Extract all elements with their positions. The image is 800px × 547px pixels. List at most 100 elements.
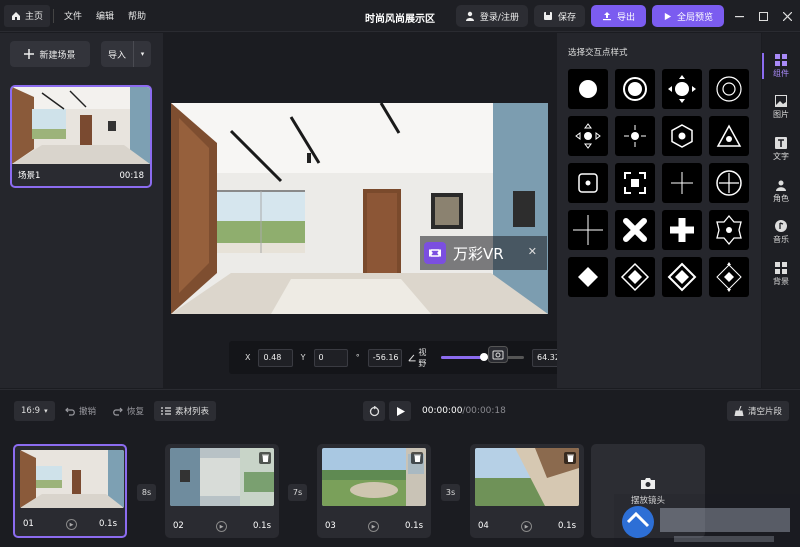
aspect-ratio-value: 16:9: [21, 406, 41, 416]
fov-slider-fill: [441, 356, 484, 359]
x-input[interactable]: 0.48: [258, 348, 293, 367]
save-button[interactable]: 保存: [533, 5, 585, 27]
transition-duration[interactable]: 7s: [288, 484, 307, 501]
style-bold-x-icon[interactable]: [615, 210, 655, 250]
transition-duration[interactable]: 3s: [441, 484, 460, 501]
image-icon: [775, 94, 787, 107]
brand-close-icon[interactable]: ✕: [528, 245, 537, 258]
brand-watermark: 万彩VR ✕: [420, 236, 547, 270]
transition-duration[interactable]: 8s: [137, 484, 156, 501]
clip-card[interactable]: 04 ▶ 0.1s: [470, 444, 584, 538]
top-bar: 主页 文件 编辑 帮助 时尚风尚展示区 登录/注册 保存 导出 全局预览: [0, 0, 800, 32]
style-hexagon-icon[interactable]: [662, 116, 702, 156]
style-frame-corners-icon[interactable]: [615, 163, 655, 203]
sidebar-item-role[interactable]: 角色: [762, 172, 800, 210]
style-solid-circle-icon[interactable]: [568, 69, 608, 109]
screenshot-camera-icon[interactable]: [488, 346, 508, 363]
play-button[interactable]: [389, 401, 411, 421]
clip-play-icon[interactable]: ▶: [216, 521, 227, 532]
broom-icon: [734, 406, 744, 416]
style-square-dot-icon[interactable]: [568, 163, 608, 203]
undo-icon: [65, 407, 75, 416]
import-button[interactable]: 导入 ▾: [101, 41, 151, 67]
sidebar-item-text[interactable]: 文字: [762, 130, 800, 168]
clear-clips-button[interactable]: 清空片段: [727, 401, 790, 421]
style-solid-diamond-icon[interactable]: [568, 257, 608, 297]
fov-input[interactable]: 64.32: [532, 348, 561, 367]
sidebar-item-music[interactable]: 音乐: [762, 213, 800, 251]
menu-help[interactable]: 帮助: [121, 5, 153, 27]
style-framed-diamond-icon[interactable]: [615, 257, 655, 297]
clip-number: 02: [173, 521, 184, 531]
chevron-down-icon[interactable]: ▾: [133, 41, 151, 67]
new-scene-button[interactable]: 新建场景: [10, 41, 90, 67]
clip-number: 04: [478, 521, 489, 531]
login-button[interactable]: 登录/注册: [455, 5, 528, 27]
preview-button[interactable]: 全局预览: [651, 5, 724, 27]
sidebar-item-image[interactable]: 图片: [762, 88, 800, 126]
clip-card[interactable]: 03 ▶ 0.1s: [317, 444, 431, 538]
fov-slider[interactable]: [441, 353, 525, 361]
sidebar-label: 组件: [773, 68, 789, 78]
current-time: 00:00:00: [422, 406, 463, 416]
export-button[interactable]: 导出: [590, 5, 646, 27]
style-circle-cross-icon[interactable]: [709, 163, 749, 203]
hotspot-coordinate-bar: X 0.48 Y 0 ° -56.16 视野 64.32: [229, 341, 561, 374]
style-diamond-outline-icon[interactable]: [662, 257, 702, 297]
fov-slider-handle[interactable]: [479, 353, 488, 361]
style-diamond-arrows-icon[interactable]: [709, 257, 749, 297]
trash-icon[interactable]: [259, 452, 271, 464]
export-label: 导出: [616, 12, 635, 23]
style-long-cross-icon[interactable]: [568, 210, 608, 250]
trash-icon[interactable]: [564, 452, 576, 464]
style-bold-plus-icon[interactable]: [662, 210, 702, 250]
y-label: Y: [300, 353, 306, 362]
scene-card[interactable]: 场景1 00:18: [10, 85, 152, 188]
play-icon: [664, 12, 672, 20]
menu-home[interactable]: 主页: [4, 4, 51, 27]
clip-card[interactable]: 01 ▶ 0.1s: [13, 444, 127, 538]
import-label: 导入: [107, 50, 126, 61]
style-ringed-circle-icon[interactable]: [615, 69, 655, 109]
x-label: X: [245, 353, 251, 362]
clip-card[interactable]: 02 ▶ 0.1s: [165, 444, 279, 538]
play-icon: [396, 406, 405, 416]
save-icon: [543, 12, 552, 20]
person-icon: [776, 180, 786, 191]
undo-label: 撤销: [79, 407, 97, 417]
panorama-viewer[interactable]: [171, 103, 548, 314]
style-dot-arrows-icon[interactable]: [568, 116, 608, 156]
top-actions: 登录/注册 保存 导出 全局预览: [455, 5, 796, 27]
clip-number: 03: [325, 521, 336, 531]
close-button[interactable]: [778, 5, 796, 27]
minimize-button[interactable]: [730, 5, 748, 27]
aspect-ratio-select[interactable]: 16:9 ▾: [14, 401, 55, 421]
fov-angle-icon: [408, 354, 416, 362]
clip-play-icon[interactable]: ▶: [521, 521, 532, 532]
menu-file[interactable]: 文件: [57, 5, 89, 27]
clip-play-icon[interactable]: ▶: [368, 521, 379, 532]
redo-button[interactable]: 恢复: [106, 401, 151, 421]
trash-icon[interactable]: [411, 452, 423, 464]
y-input[interactable]: 0: [313, 348, 348, 367]
undo-button[interactable]: 撤销: [58, 401, 103, 421]
sidebar-item-background[interactable]: 背景: [762, 255, 800, 293]
background-icon: [775, 261, 787, 274]
rotation-input[interactable]: -56.16: [367, 348, 402, 367]
menu-edit[interactable]: 编辑: [89, 5, 121, 27]
style-thin-cross-icon[interactable]: [662, 163, 702, 203]
style-double-ring-icon[interactable]: [709, 69, 749, 109]
style-triangle-icon[interactable]: [709, 116, 749, 156]
menu-divider: [53, 8, 55, 23]
clip-duration: 0.1s: [405, 521, 423, 531]
style-arrow-circle-icon[interactable]: [662, 69, 702, 109]
style-badge-dot-icon[interactable]: [709, 210, 749, 250]
maximize-button[interactable]: [754, 5, 772, 27]
degree-label: °: [355, 353, 360, 362]
sidebar-item-components[interactable]: 组件: [762, 47, 800, 85]
loop-button[interactable]: [363, 401, 385, 421]
clip-play-icon[interactable]: ▶: [66, 519, 77, 530]
material-list-button[interactable]: 素材列表: [154, 401, 217, 421]
style-dot-crosshair-icon[interactable]: [615, 116, 655, 156]
timecode: 00:00:00/00:00:18: [422, 406, 506, 416]
